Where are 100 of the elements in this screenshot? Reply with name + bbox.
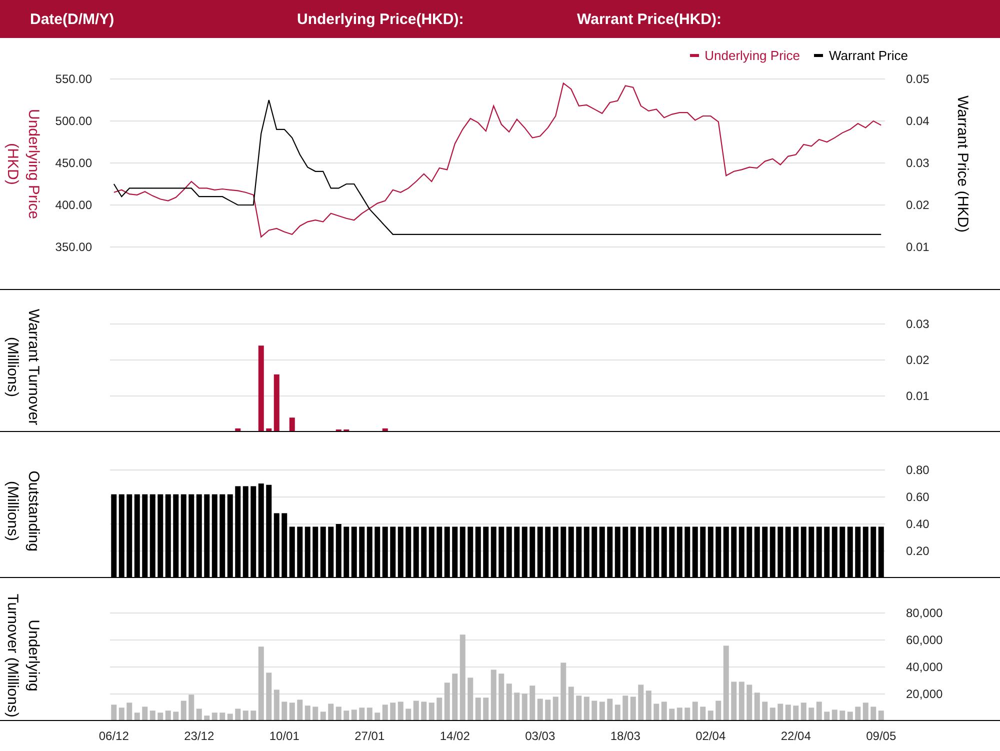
turnover-bar xyxy=(289,702,295,721)
y-axis-tick-label: 550.00 xyxy=(55,72,92,86)
y-axis-title: Warrant Price (HKD) xyxy=(954,96,971,232)
turnover-bar xyxy=(444,682,450,721)
turnover-bar xyxy=(800,702,806,721)
turnover-bar xyxy=(870,706,876,721)
turnover-bar xyxy=(754,692,760,721)
turnover-bar xyxy=(855,706,861,721)
turnover-bar xyxy=(522,694,528,721)
y-axis-tick-label: 0.03 xyxy=(906,317,930,331)
turnover-bar xyxy=(289,418,295,432)
turnover-bar xyxy=(700,706,706,721)
turnover-bar xyxy=(646,690,652,721)
x-axis-tick-label: 22/04 xyxy=(780,729,811,743)
turnover-bar xyxy=(530,686,536,721)
turnover-bar xyxy=(770,708,776,721)
turnover-bar xyxy=(778,704,784,721)
header-label: Date(D/M/Y) xyxy=(30,10,114,28)
turnover-bar xyxy=(312,706,318,721)
turnover-bar xyxy=(622,696,628,721)
turnover-bar xyxy=(537,698,543,721)
turnover-bar xyxy=(382,428,388,432)
turnover-bar xyxy=(227,714,233,721)
turnover-bar xyxy=(490,670,496,721)
turnover-bar xyxy=(878,710,884,721)
turnover-bar xyxy=(862,702,868,721)
turnover-bar xyxy=(196,708,202,721)
turnover-bar xyxy=(150,710,156,721)
turnover-bar xyxy=(847,712,853,721)
y-axis-title: Underlying Turnover (Millions) xyxy=(4,594,42,718)
turnover-bar xyxy=(180,700,186,721)
turnover-bar xyxy=(297,700,303,721)
turnover-bar xyxy=(793,706,799,721)
y-axis-tick-label: 0.04 xyxy=(906,114,930,128)
x-axis-tick-label: 09/05 xyxy=(866,729,896,743)
y-axis-tick-label: 60,000 xyxy=(906,633,943,647)
turnover-bar xyxy=(592,700,598,721)
x-axis-tick-label: 03/03 xyxy=(525,729,556,743)
header-label: Underlying Price(HKD): xyxy=(297,10,464,28)
turnover-bar xyxy=(816,702,822,721)
turnover-bar xyxy=(599,702,605,721)
y-axis-tick-label: 0.60 xyxy=(906,490,930,504)
turnover-bar xyxy=(630,696,636,721)
y-axis-tick-label: 0.02 xyxy=(906,198,930,212)
turnover-bar xyxy=(746,684,752,721)
turnover-bar xyxy=(390,702,396,721)
turnover-bar xyxy=(274,374,280,432)
turnover-bar xyxy=(475,698,481,721)
y-axis-tick-label: 500.00 xyxy=(55,114,92,128)
turnover-bar xyxy=(173,712,179,721)
turnover-bar xyxy=(428,702,434,721)
turnover-bar xyxy=(560,662,566,721)
y-axis-tick-label: 0.02 xyxy=(906,353,930,367)
y-axis-tick-label: 400.00 xyxy=(55,198,92,212)
turnover-bar xyxy=(351,710,357,721)
turnover-bar xyxy=(576,696,582,721)
turnover-bar xyxy=(654,704,660,721)
turnover-bar xyxy=(514,692,520,721)
turnover-bar xyxy=(584,696,590,721)
turnover-bar xyxy=(545,700,551,721)
y-axis-tick-label: 0.01 xyxy=(906,389,930,403)
turnover-bar xyxy=(366,708,372,721)
x-axis-tick-label: 27/01 xyxy=(354,729,385,743)
turnover-bar xyxy=(188,694,194,721)
legend-label: Warrant Price xyxy=(829,48,908,63)
turnover-bar xyxy=(328,704,334,721)
turnover-bar xyxy=(708,710,714,721)
y-axis-tick-label: 0.03 xyxy=(906,156,930,170)
x-axis-tick-label: 14/02 xyxy=(440,729,470,743)
x-axis-tick-label: 02/04 xyxy=(696,729,726,743)
turnover-bar xyxy=(552,696,558,721)
turnover-bar xyxy=(483,698,489,721)
turnover-bar xyxy=(336,429,342,432)
turnover-bar xyxy=(336,706,342,721)
turnover-bar xyxy=(111,704,117,721)
x-axis-tick-label: 18/03 xyxy=(610,729,640,743)
turnover-bar xyxy=(452,674,458,721)
turnover-bar xyxy=(142,706,148,721)
turnover-bar xyxy=(413,700,419,721)
turnover-bar xyxy=(506,684,512,721)
turnover-bar xyxy=(134,712,140,721)
y-axis-tick-label: 0.20 xyxy=(906,544,930,558)
turnover-bar xyxy=(126,702,132,721)
turnover-bar xyxy=(235,428,241,432)
turnover-bar xyxy=(785,704,791,721)
legend-label: Underlying Price xyxy=(704,48,800,63)
turnover-bar xyxy=(204,716,210,721)
y-axis-tick-label: 0.80 xyxy=(906,463,930,477)
x-axis-tick-label: 06/12 xyxy=(98,729,129,743)
x-axis-tick-label: 23/12 xyxy=(184,729,214,743)
turnover-bar xyxy=(661,702,667,721)
y-axis-title: Underlying Price (HKD) xyxy=(4,108,42,220)
y-axis-tick-label: 0.40 xyxy=(906,517,930,531)
turnover-bar xyxy=(359,708,365,721)
turnover-bar xyxy=(840,710,846,721)
y-axis-tick-label: 350.00 xyxy=(55,240,92,254)
turnover-bar xyxy=(614,704,620,721)
x-axis-tick-label: 10/01 xyxy=(269,729,300,743)
turnover-bar xyxy=(607,698,613,721)
y-axis-title: Warrant Turnover (Millions) xyxy=(4,308,42,426)
